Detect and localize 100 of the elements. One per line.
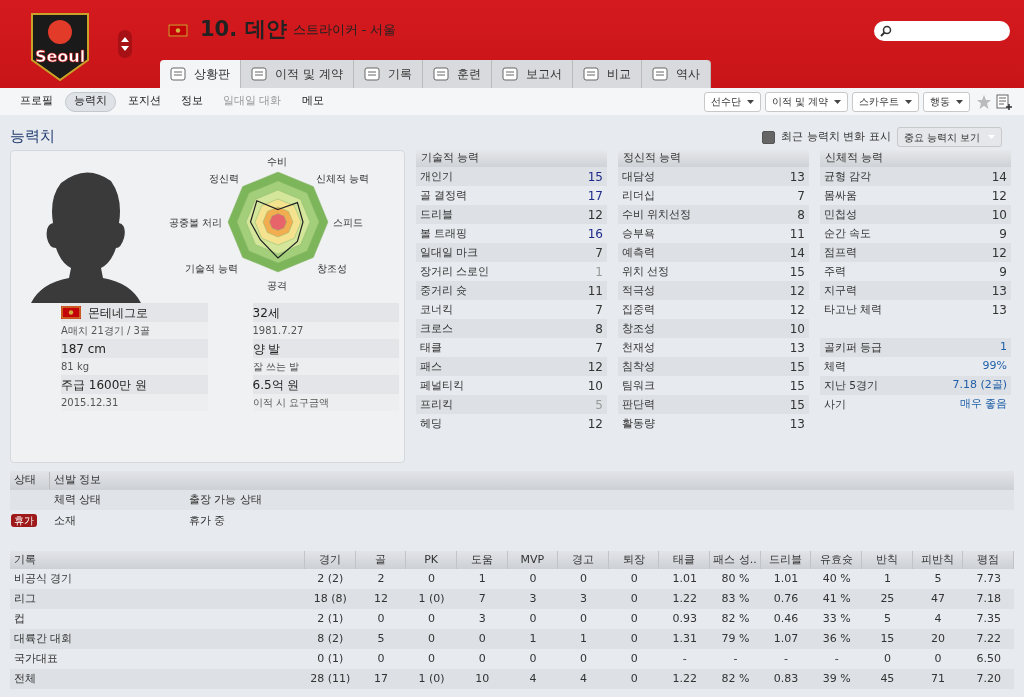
attribute-name: 사기 <box>824 396 846 412</box>
table-cell-text: 40 % <box>821 570 852 587</box>
action-dropdown[interactable]: 선수단 <box>703 91 761 112</box>
column-header: 경고 <box>558 551 609 569</box>
attribute-name: 태클 <box>420 339 442 355</box>
caret-icon <box>834 99 841 104</box>
column-header: 선발 정보 <box>53 472 102 489</box>
table-cell-text: 0 <box>629 650 639 667</box>
column-header: PK <box>406 551 457 569</box>
subnav-item[interactable]: 포지션 <box>120 91 169 112</box>
table-cell-text: 0 <box>427 570 437 587</box>
attribute-name: 승부욕 <box>622 225 655 241</box>
column-header: 경기 <box>305 551 356 569</box>
profile-value: 양 발 <box>252 340 281 358</box>
attribute-value: 5 <box>595 396 603 414</box>
checkbox-label: 최근 능력치 변화 표시 <box>781 128 891 145</box>
table-cell-text: 4 <box>579 670 588 687</box>
table-cell-text: 4 <box>933 610 943 627</box>
table-cell-text: 7.20 <box>975 670 1002 687</box>
table-cell-text: 소재 <box>54 512 77 529</box>
attribute-value: 16 <box>587 225 603 243</box>
attribute-name: 볼 트래핑 <box>420 225 468 241</box>
table-cell-text: 1 <box>477 570 487 587</box>
table-cell-text: 1 (0) <box>417 670 446 687</box>
table-cell-text: 82 % <box>720 610 751 627</box>
table-cell-text: 82 % <box>720 670 751 687</box>
subnav-item[interactable]: 프로필 <box>12 91 61 112</box>
attribute-value: 7 <box>797 187 805 205</box>
table-cell-text: 0.83 <box>772 670 800 687</box>
attribute-name: 창조성 <box>622 320 655 336</box>
subnav-item[interactable]: 정보 <box>173 91 211 112</box>
attribute-name: 균형 감각 <box>824 168 872 184</box>
action-dropdown[interactable]: 스카우트 <box>852 91 919 112</box>
tab[interactable]: 보고서 <box>491 60 573 88</box>
tab[interactable]: 역사 <box>641 60 711 88</box>
search-icon <box>880 25 892 37</box>
attribute-value: 11 <box>587 282 603 300</box>
profile-value: 187 cm <box>61 340 106 358</box>
attribute-value: 99% <box>982 358 1007 375</box>
attribute-value: 15 <box>789 358 805 376</box>
table-cell-text: 33 % <box>821 610 852 627</box>
attribute-name: 지난 5경기 <box>824 377 879 393</box>
subnav-item[interactable]: 능력치 <box>65 91 116 112</box>
attribute-value: 10 <box>789 320 805 338</box>
player-switch-button[interactable] <box>118 30 132 58</box>
table-cell-text: 0 <box>579 570 588 587</box>
radar-label: 기술적 능력 <box>185 262 239 276</box>
radar-label: 수비 <box>267 155 287 169</box>
table-cell-text: 7.73 <box>975 570 1002 587</box>
attribute-name: 위치 선정 <box>622 263 670 279</box>
attribute-group-header: 정신적 능력 <box>618 150 809 167</box>
attribute-name: 골 결정력 <box>420 187 468 203</box>
column-header: 기록 <box>10 551 305 569</box>
table-cell-text: 0 <box>579 610 588 627</box>
table-cell-text: 20 <box>930 630 946 647</box>
attribute-name: 타고난 체력 <box>824 301 883 317</box>
table-cell-text: 71 <box>930 670 946 687</box>
radar-label: 창조성 <box>317 262 347 276</box>
table-cell-text: 3 <box>528 590 538 607</box>
profile-value: 몬테네그로 <box>88 304 148 322</box>
tab[interactable]: 상황판 <box>160 60 241 88</box>
caret-icon <box>905 99 912 104</box>
profile-detail: 이적 시 요구금액 <box>252 396 329 410</box>
attribute-value: 매우 좋음 <box>959 396 1007 413</box>
subnav-item[interactable]: 메모 <box>293 91 332 112</box>
tab[interactable]: 이적 및 계약 <box>241 60 354 88</box>
caret-icon <box>746 99 754 104</box>
tab[interactable]: 훈련 <box>422 60 492 88</box>
column-header: 체력 상태 <box>54 491 103 508</box>
table-cell-text: 8 (2) <box>316 630 345 647</box>
column-header: 도움 <box>456 551 508 569</box>
view-dropdown[interactable]: 중요 능력치 보기 <box>896 127 1002 147</box>
flag-icon <box>168 23 188 37</box>
table-cell-text: 5 <box>376 630 386 647</box>
star-icon[interactable] <box>976 93 992 110</box>
attribute-name: 패스 <box>420 358 442 374</box>
attribute-value: 12 <box>789 282 805 300</box>
attribute-value: 10 <box>587 377 603 395</box>
tab[interactable]: 기록 <box>353 60 423 88</box>
table-cell-text: 1 <box>579 630 588 647</box>
action-dropdown[interactable]: 이적 및 계약 <box>764 91 848 112</box>
note-add-icon[interactable] <box>996 93 1012 110</box>
tab-icon <box>170 67 186 81</box>
attribute-name: 몸싸움 <box>824 187 857 203</box>
table-cell-text: 컵 <box>13 610 26 627</box>
table-cell-text: 0 <box>528 610 538 627</box>
attribute-name: 일대일 마크 <box>420 244 479 260</box>
table-cell-text: 28 (11) <box>309 670 352 687</box>
attribute-value: 15 <box>789 263 805 281</box>
table-cell-text: 0 <box>629 610 639 627</box>
table-cell-text: 7.35 <box>975 610 1002 627</box>
profile-value: 32세 <box>252 304 280 322</box>
search-field[interactable] <box>874 21 1010 41</box>
action-dropdown[interactable]: 행동 <box>923 91 970 112</box>
attribute-value: 1 <box>595 263 603 281</box>
tab[interactable]: 비교 <box>572 60 642 88</box>
table-cell-text: - <box>732 650 739 667</box>
attribute-value: 12 <box>587 206 603 224</box>
attribute-name: 크로스 <box>420 320 453 336</box>
checkbox[interactable] <box>762 130 776 144</box>
